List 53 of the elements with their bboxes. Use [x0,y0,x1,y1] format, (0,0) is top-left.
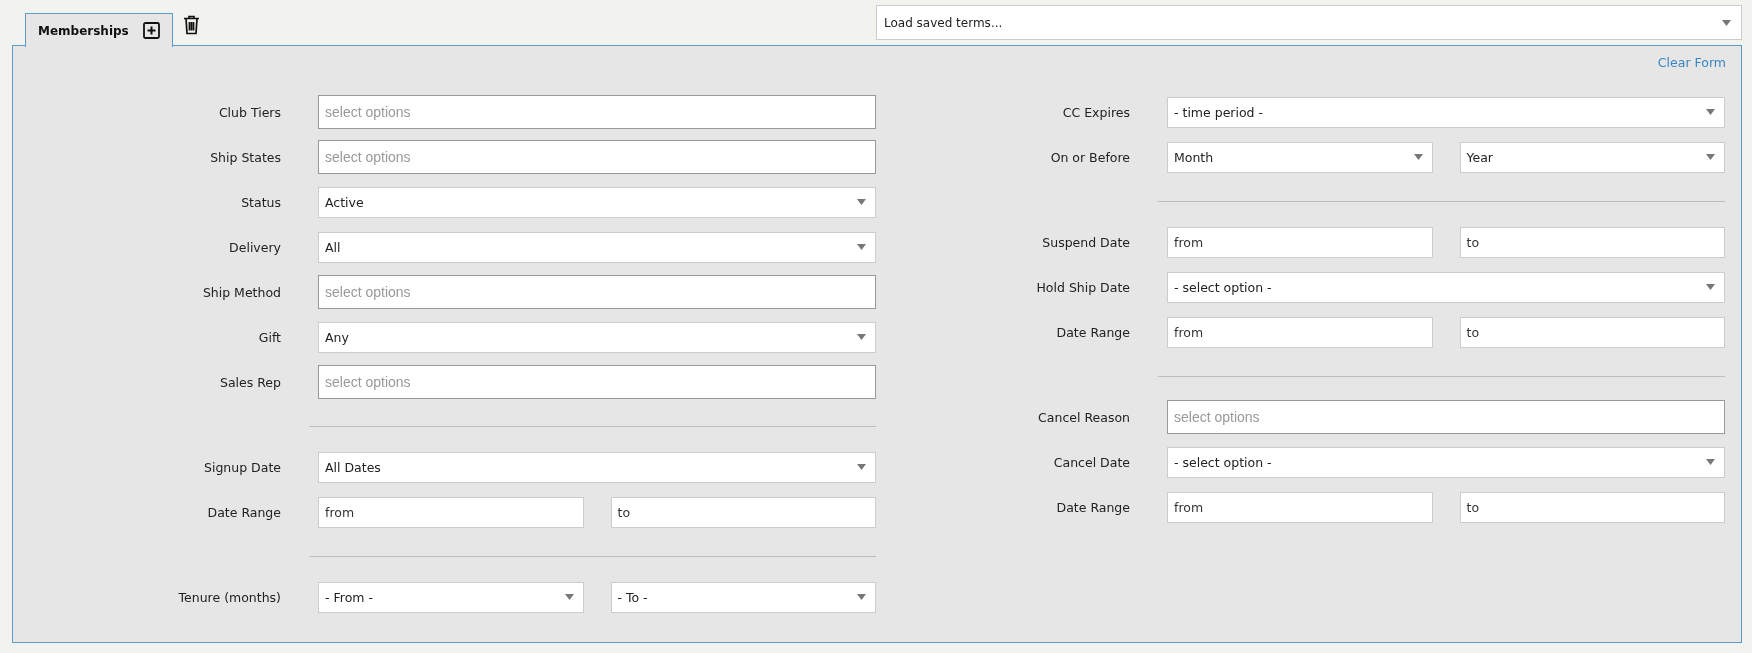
dropdown[interactable]: - select option - [1167,446,1725,478]
field-label: Gift [257,329,281,345]
caret-icon [1413,154,1423,160]
tab[interactable]: Memberships [25,13,173,47]
field-label: Sales Rep [219,374,281,390]
caret-icon [564,594,574,600]
field-label: Hold Ship Date [1035,279,1130,295]
caret-icon [1706,154,1715,160]
caret-icon [857,244,866,250]
dropdown[interactable]: Month [1167,141,1433,173]
dropdown[interactable]: - From - [318,581,584,613]
field-label: Cancel Reason [1037,409,1130,425]
field-label: Suspend Date [1041,234,1130,250]
field-label: Ship Method [201,284,281,300]
dropdown[interactable]: - time period - [1167,96,1725,128]
field-label: Tenure (months) [177,589,281,605]
caret-icon [1706,459,1715,465]
field-label: Date Range [1055,499,1130,515]
date-input-field[interactable]: from [1167,226,1433,258]
field-label: Date Range [1055,324,1130,340]
field-label: Delivery [228,239,281,255]
caret-icon [857,464,866,470]
saved-terms-dropdown[interactable]: Load saved terms... [876,5,1742,40]
dropdown[interactable]: - To - [610,581,876,613]
dropdown[interactable]: Any [318,321,876,353]
dropdown[interactable]: All [318,231,876,263]
date-input-field[interactable]: to [610,496,876,528]
caret-icon [857,594,866,600]
caret-icon [1706,109,1715,115]
date-input-field[interactable]: to [1459,226,1725,258]
field-label: Cancel Date [1052,454,1130,470]
dropdown[interactable]: Year [1459,141,1725,173]
dropdown[interactable]: All Dates [318,451,876,483]
date-input-field[interactable]: to [1459,316,1725,348]
field-label: On or Before [1049,149,1130,165]
dropdown[interactable]: - select option - [1167,271,1725,303]
date-input-field[interactable]: from [1167,491,1433,523]
field-label: Status [240,194,281,210]
caret-icon [857,199,866,205]
field-label: Club Tiers [217,104,281,120]
date-input-field[interactable]: from [318,496,584,528]
caret-icon [1706,284,1715,290]
field-label: Signup Date [203,459,281,475]
date-input-field[interactable]: from [1167,316,1433,348]
caret-icon [857,334,866,340]
caret-icon [1722,19,1731,26]
field-label: Date Range [206,504,281,520]
trash-icon[interactable] [182,15,200,35]
date-input-field[interactable]: to [1459,491,1725,523]
add-icon[interactable] [142,22,160,39]
field-label: CC Expires [1061,104,1130,120]
field-label: Ship States [209,149,281,165]
dropdown[interactable]: Active [318,186,876,218]
